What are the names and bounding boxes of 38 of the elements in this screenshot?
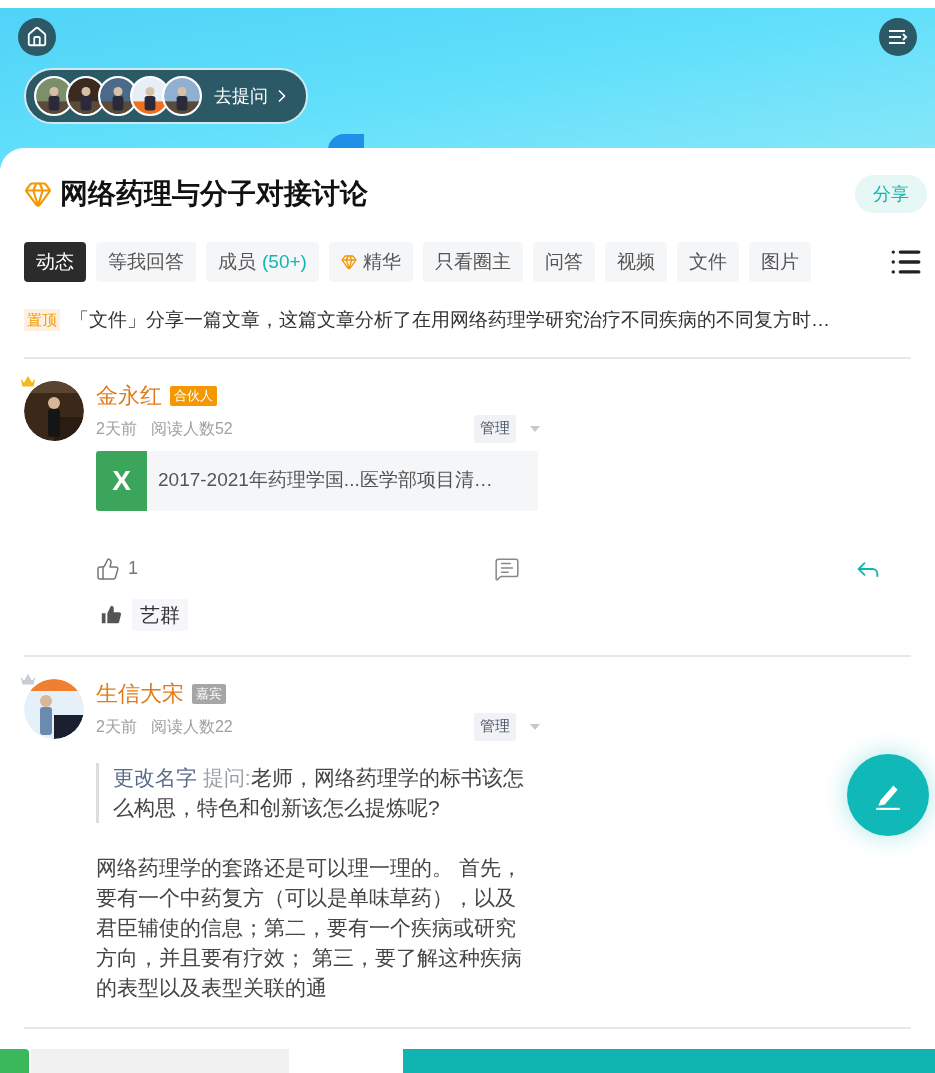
question-quote: 更改名字 提问:老师，网络药理学的标书该怎么构思，特色和创新该怎么提炼呢? [96, 762, 536, 823]
ask-question-button[interactable]: 去提问 [24, 68, 308, 124]
tab[interactable]: 只看圈主 [422, 242, 523, 282]
answer-text: 网络药理学的套路还是可以理一理的。 首先，要有一个中药复方（可以是单味草药），以及君臣辅使的信息；第二，要有一个疾病或研究方向，并且要有疗效； 第三，要了解这种疾病的表型以及表型关联的通 [96, 854, 523, 1001]
tab[interactable]: 视频 [604, 242, 667, 282]
home-button[interactable] [18, 18, 56, 56]
menu-button[interactable] [879, 18, 917, 56]
diamond-icon [24, 180, 52, 208]
crown-icon [18, 372, 38, 389]
tab[interactable]: 动态 [24, 242, 86, 282]
manage-button[interactable]: 管理 [474, 414, 516, 443]
tab[interactable]: 精华 [328, 242, 413, 282]
role-badge: 合伙人 [170, 385, 217, 406]
like-icon[interactable] [96, 556, 120, 581]
spreadsheet-icon: X [96, 450, 147, 511]
post-time: 2天前 [96, 418, 137, 439]
comment-icon[interactable] [494, 555, 520, 582]
read-count: 阅读人数52 [150, 418, 233, 439]
tab[interactable]: 问答 [532, 242, 595, 282]
file-name: 2017-2021年药理学国...医学部项目清… [158, 468, 493, 493]
tab[interactable]: 文件 [676, 242, 739, 282]
post-time: 2天前 [96, 716, 137, 737]
home-icon [26, 26, 48, 48]
thumbs-up-icon [100, 603, 122, 626]
tab[interactable]: 等我回答 [96, 242, 196, 282]
read-count: 阅读人数22 [150, 716, 233, 737]
tab[interactable]: 图片 [748, 242, 811, 282]
manage-button[interactable]: 管理 [474, 712, 516, 741]
menu-icon [888, 29, 908, 45]
role-badge: 嘉宾 [192, 683, 226, 704]
tab[interactable]: 成员 (50+) [206, 242, 319, 282]
group-title: 网络药理与分子对接讨论 [60, 177, 368, 211]
pinned-post[interactable]: 「文件」分享一篇文章，这篇文章分析了在用网络药理学研究治疗不同疾病的不同复方时… [70, 306, 830, 335]
diamond-icon [340, 254, 357, 270]
file-attachment[interactable]: X 2017-2021年药理学国...医学部项目清… [96, 450, 538, 511]
pinned-badge: 置顶 [24, 309, 60, 332]
liker-name[interactable]: 艺群 [132, 598, 188, 631]
like-count: 1 [128, 557, 138, 580]
